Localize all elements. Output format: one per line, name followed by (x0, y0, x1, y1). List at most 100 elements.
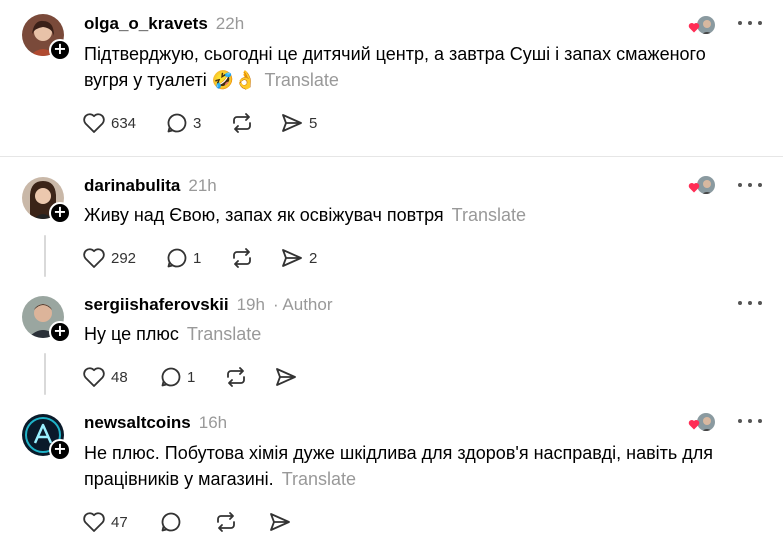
follow-plus-icon[interactable]: + (49, 202, 71, 224)
username[interactable]: darinabulita (84, 176, 180, 196)
author-badge: · Author (272, 295, 333, 314)
heart-icon (83, 367, 105, 387)
repost-arrows-icon (227, 367, 245, 387)
translate-link[interactable]: Translate (265, 70, 339, 90)
author-liked-indicator (688, 412, 718, 434)
avatar-darina[interactable]: + (22, 177, 71, 224)
action-bar: 48 1 (82, 364, 303, 390)
share-count: 2 (309, 249, 318, 267)
paper-plane-icon (276, 368, 296, 386)
share-button[interactable] (268, 511, 297, 533)
comment-text: Живу над Євою, запах як освіжувач повтря… (84, 202, 743, 228)
action-bar: 292 1 2 (82, 245, 317, 271)
comment-body: Підтверджую, сьогодні це дитячий центр, … (84, 44, 706, 90)
timestamp: 21h (188, 176, 217, 195)
heart-icon (83, 512, 105, 532)
share-button[interactable]: 2 (280, 247, 317, 269)
avatar-newsaltcoins[interactable]: + (22, 414, 71, 461)
dot (738, 21, 742, 25)
reply-count: 1 (193, 249, 202, 267)
follow-plus-icon[interactable]: + (49, 439, 71, 461)
red-heart-icon (688, 182, 700, 193)
follow-plus-icon[interactable]: + (49, 39, 71, 61)
like-count: 634 (111, 114, 137, 132)
like-button[interactable]: 47 (82, 511, 132, 533)
more-options-button[interactable] (738, 299, 762, 307)
thread-line (44, 353, 46, 395)
share-count: 5 (309, 114, 318, 132)
author-liked-indicator (688, 175, 718, 197)
reply-button[interactable]: 3 (166, 112, 230, 134)
more-options-button[interactable] (738, 19, 762, 27)
comment-text: Підтверджую, сьогодні це дитячий центр, … (84, 41, 743, 93)
more-options-button[interactable] (738, 181, 762, 189)
author-liked-indicator (688, 15, 718, 37)
speech-bubble-icon (167, 248, 187, 268)
repost-button[interactable] (224, 366, 274, 388)
action-bar: 47 (82, 509, 297, 535)
dot (738, 183, 742, 187)
dot (748, 21, 752, 25)
heart-icon (83, 113, 105, 133)
heart-icon (83, 248, 105, 268)
repost-button[interactable] (214, 511, 268, 533)
comment-newsaltcoins: + newsaltcoins 16h Не плюс. Побутова хім… (0, 395, 783, 543)
repost-arrows-icon (233, 113, 251, 133)
comment-darina: + darinabulita 21h Живу над Євою, запах … (0, 157, 783, 277)
like-button[interactable]: 292 (82, 247, 138, 269)
reply-button[interactable]: 1 (160, 366, 224, 388)
speech-bubble-icon (161, 512, 181, 532)
red-heart-icon (688, 419, 700, 430)
translate-link[interactable]: Translate (452, 205, 526, 225)
like-count: 47 (111, 513, 128, 531)
dot (758, 301, 762, 305)
comment-body: Ну це плюс (84, 324, 179, 344)
dot (738, 419, 742, 423)
repost-button[interactable] (230, 112, 280, 134)
comment-olga: + olga_o_kravets 22h Підтверджую, сьогод… (0, 0, 783, 156)
repost-arrows-icon (233, 248, 251, 268)
translate-link[interactable]: Translate (282, 469, 356, 489)
comment-text: Ну це плюс Translate (84, 321, 743, 347)
avatar-olga[interactable]: + (22, 14, 71, 61)
dot (758, 419, 762, 423)
comment-body: Живу над Євою, запах як освіжувач повтря (84, 205, 444, 225)
repost-button[interactable] (230, 247, 280, 269)
like-count: 48 (111, 368, 128, 386)
paper-plane-icon (270, 513, 290, 531)
speech-bubble-icon (167, 113, 187, 133)
dot (748, 183, 752, 187)
paper-plane-icon (282, 249, 302, 267)
more-options-button[interactable] (738, 417, 762, 425)
reply-button[interactable] (160, 511, 214, 533)
comment-text: Не плюс. Побутова хімія дуже шкідлива дл… (84, 440, 743, 492)
share-button[interactable] (274, 366, 303, 388)
reply-button[interactable]: 1 (166, 247, 230, 269)
dot (758, 183, 762, 187)
timestamp: 19h (236, 295, 265, 314)
follow-plus-icon[interactable]: + (49, 321, 71, 343)
comment-sergii: + sergiishaferovskii 19h · Author Ну це … (0, 277, 783, 395)
comment-body: Не плюс. Побутова хімія дуже шкідлива дл… (84, 443, 714, 489)
like-button[interactable]: 48 (82, 366, 132, 388)
repost-arrows-icon (217, 512, 235, 532)
thread-line (44, 235, 46, 277)
avatar-sergii[interactable]: + (22, 296, 71, 343)
red-heart-icon (688, 22, 700, 33)
paper-plane-icon (282, 114, 302, 132)
dot (758, 21, 762, 25)
dot (738, 301, 742, 305)
username[interactable]: sergiishaferovskii (84, 295, 229, 315)
like-count: 292 (111, 249, 137, 267)
timestamp: 16h (198, 413, 228, 432)
dot (748, 301, 752, 305)
action-bar: 634 3 5 (82, 110, 317, 136)
username[interactable]: newsaltcoins (84, 413, 191, 433)
username[interactable]: olga_o_kravets (84, 14, 208, 34)
dot (748, 419, 752, 423)
translate-link[interactable]: Translate (187, 324, 261, 344)
share-button[interactable]: 5 (280, 112, 317, 134)
like-button[interactable]: 634 (82, 112, 138, 134)
timestamp: 22h (215, 14, 245, 33)
speech-bubble-icon (161, 367, 181, 387)
